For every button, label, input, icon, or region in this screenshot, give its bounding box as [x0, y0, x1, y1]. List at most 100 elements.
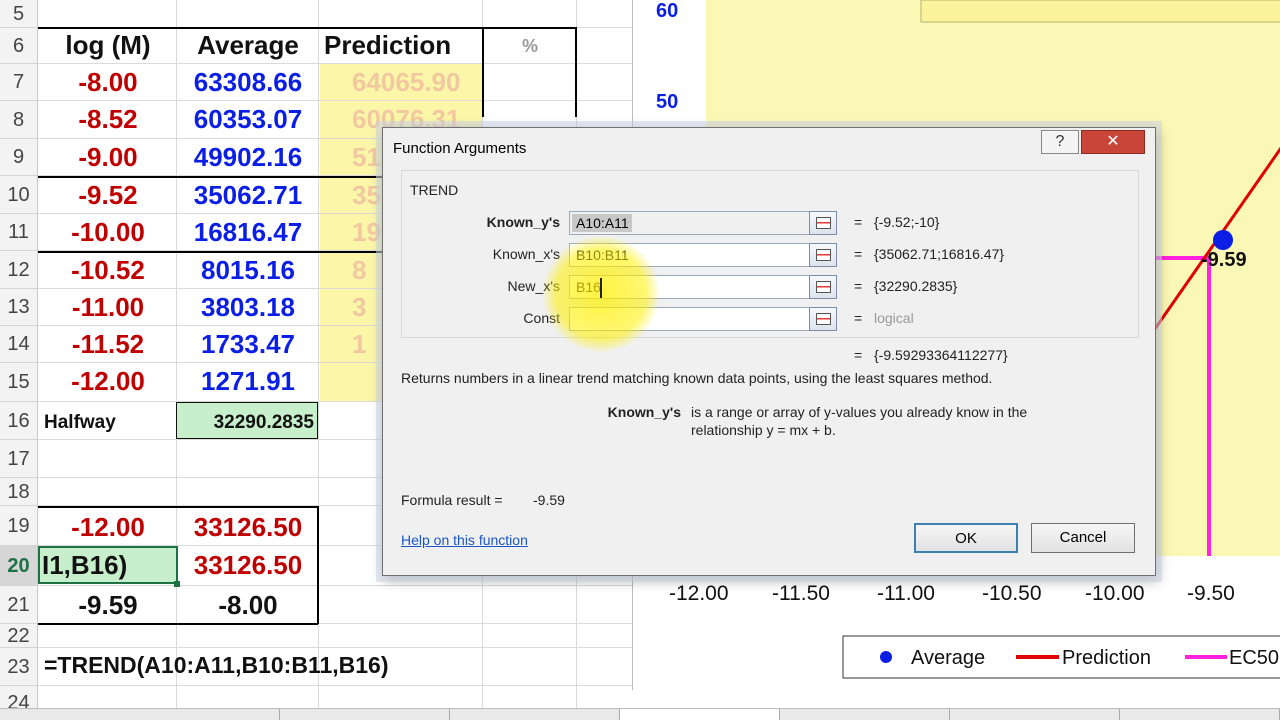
arguments-group: TREND Known_y's A10:A11 = {-9.52;-10} Known_…	[401, 170, 1139, 363]
cell-b12[interactable]: 8015.16	[178, 255, 318, 286]
cell-b7[interactable]: 63308.66	[178, 67, 318, 98]
cell-a11[interactable]: -10.00	[40, 217, 176, 248]
cell-c7[interactable]: 64065.90	[322, 67, 482, 98]
cell-b20[interactable]: 33126.50	[178, 550, 318, 581]
row-header-16[interactable]: 16	[0, 402, 38, 440]
cell-a21[interactable]: -9.59	[40, 590, 176, 621]
table-border	[38, 506, 318, 508]
ok-button[interactable]: OK	[914, 523, 1018, 553]
row-header-21[interactable]: 21	[0, 586, 38, 624]
row-header-20[interactable]: 20	[0, 546, 38, 586]
legend-average-marker	[880, 651, 892, 663]
formula-display-text[interactable]: =TREND(A10:A11,B10:B11,B16)	[44, 652, 464, 679]
arg-result-const: logical	[874, 310, 914, 326]
function-description: Returns numbers in a linear trend matchi…	[401, 370, 993, 386]
range-select-button[interactable]	[809, 275, 837, 299]
arg-label-new-x-s: New_x's	[507, 278, 560, 294]
row-header-19[interactable]: 19	[0, 506, 38, 546]
cell-b15[interactable]: 1271.91	[178, 366, 318, 397]
average-point[interactable]	[1213, 230, 1233, 250]
cell-a15[interactable]: -12.00	[40, 366, 176, 397]
arg-input-known-y-s[interactable]: A10:A11	[569, 211, 837, 235]
y-tick-label: 60	[656, 0, 678, 22]
collapse-dialog-icon	[816, 217, 831, 229]
halfway-label[interactable]: Halfway	[44, 412, 174, 434]
cell-b9[interactable]: 49902.16	[178, 142, 318, 173]
cell-a10[interactable]: -9.52	[40, 180, 176, 211]
cell-b14[interactable]: 1733.47	[178, 329, 318, 360]
text-cursor-icon	[600, 278, 602, 298]
overall-result: {-9.59293364112277}	[874, 347, 1008, 363]
gridline	[176, 0, 177, 710]
sheet-tab[interactable]	[280, 709, 450, 720]
cell-a12[interactable]: -10.52	[40, 255, 176, 286]
table-border	[38, 623, 318, 625]
header-log-m[interactable]: log (M)	[40, 30, 176, 61]
range-select-button[interactable]	[809, 307, 837, 331]
row-header-11[interactable]: 11	[0, 214, 38, 251]
x-tick-label: -9.50	[1187, 582, 1235, 605]
sheet-tab[interactable]	[450, 709, 620, 720]
overall-equals: =	[854, 347, 863, 363]
cell-a14[interactable]: -11.52	[40, 329, 176, 360]
cell-a8[interactable]: -8.52	[40, 104, 176, 135]
x-tick-label: -10.00	[1085, 582, 1145, 605]
collapse-dialog-icon	[816, 313, 831, 325]
fill-handle[interactable]	[174, 581, 180, 587]
cell-b10[interactable]: 35062.71	[178, 180, 318, 211]
row-header-6[interactable]: 6	[0, 28, 38, 64]
argument-help-text-line2: relationship y = mx + b.	[691, 422, 836, 438]
gridline	[38, 63, 632, 64]
cell-a19[interactable]: -12.00	[40, 512, 176, 543]
close-button[interactable]: ✕	[1081, 130, 1145, 154]
formula-result-label: Formula result =	[401, 492, 503, 508]
help-on-function-link[interactable]: Help on this function	[401, 532, 528, 548]
row-header-12[interactable]: 12	[0, 251, 38, 289]
sheet-tab-active[interactable]	[620, 709, 780, 720]
sheet-tab[interactable]	[780, 709, 950, 720]
arg-result-known-x-s: {35062.71;16816.47}	[874, 246, 1005, 262]
row-header-15[interactable]: 15	[0, 363, 38, 402]
cell-a20-editing: I1,B16)	[42, 550, 128, 580]
row-header-7[interactable]: 7	[0, 64, 38, 101]
row-header-10[interactable]: 10	[0, 176, 38, 214]
close-icon: ✕	[1106, 133, 1120, 150]
cell-b19[interactable]: 33126.50	[178, 512, 318, 543]
sheet-tab[interactable]	[1120, 709, 1280, 720]
row-header-9[interactable]: 9	[0, 139, 38, 176]
range-select-button[interactable]	[809, 243, 837, 267]
dialog-titlebar[interactable]: Function Arguments ? ✕	[383, 128, 1155, 168]
x-tick-label: -10.50	[982, 582, 1042, 605]
row-header-13[interactable]: 13	[0, 289, 38, 326]
row-header-23[interactable]: 23	[0, 648, 38, 686]
excel-window: 5 6 7 8 9 10 11 12 13 14 15 16 17 18 19 20 21 22 23 24 log …	[0, 0, 1280, 720]
legend-ec50-label: EC50	[1229, 647, 1279, 669]
cell-b8[interactable]: 60353.07	[178, 104, 318, 135]
cell-b21[interactable]: -8.00	[178, 590, 318, 621]
sheet-tab[interactable]	[140, 709, 280, 720]
row-header-8[interactable]: 8	[0, 101, 38, 139]
cell-a7[interactable]: -8.00	[40, 67, 176, 98]
help-button[interactable]: ?	[1041, 130, 1079, 154]
row-header-5[interactable]: 5	[0, 0, 38, 28]
x-axis-ticks: -12.00 -11.50 -11.00 -10.50 -10.00 -9.50	[669, 582, 1235, 605]
cell-b11[interactable]: 16816.47	[178, 217, 318, 248]
x-tick-label: -12.00	[669, 582, 729, 605]
gridline	[38, 647, 632, 648]
row-header-18[interactable]: 18	[0, 478, 38, 506]
header-average[interactable]: Average	[178, 30, 318, 61]
range-select-button[interactable]	[809, 211, 837, 235]
sheet-tab[interactable]	[950, 709, 1120, 720]
cell-a13[interactable]: -11.00	[40, 292, 176, 323]
cell-a9[interactable]: -9.00	[40, 142, 176, 173]
argument-help-name: Known_y's	[607, 404, 681, 420]
row-header-17[interactable]: 17	[0, 440, 38, 478]
cancel-button[interactable]: Cancel	[1031, 523, 1135, 553]
row-header-22[interactable]: 22	[0, 624, 38, 648]
arg-label-const: Const	[523, 310, 560, 326]
header-prediction[interactable]: Prediction	[320, 30, 470, 61]
header-percent[interactable]: %	[484, 36, 576, 57]
cell-b13[interactable]: 3803.18	[178, 292, 318, 323]
row-header-14[interactable]: 14	[0, 326, 38, 363]
arg-result-new-x-s: {32290.2835}	[874, 278, 958, 294]
